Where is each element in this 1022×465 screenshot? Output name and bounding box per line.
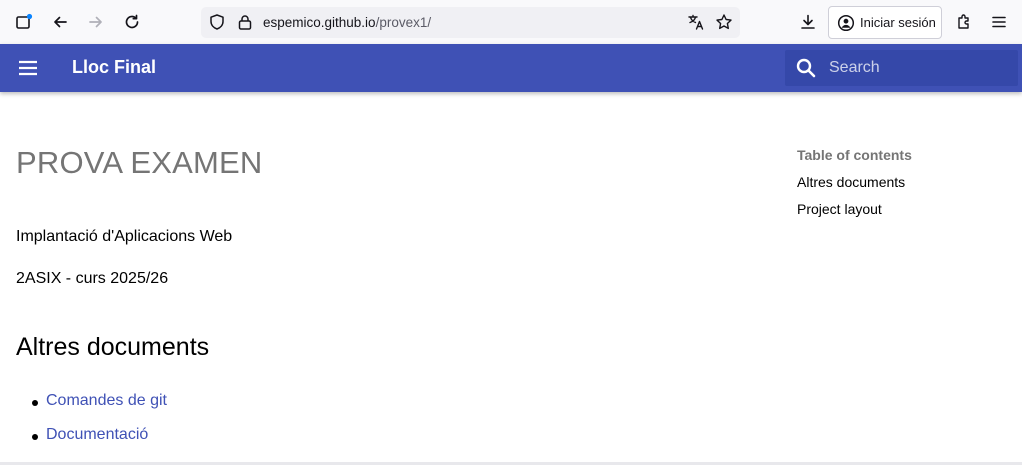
signin-label: Iniciar sesión (860, 15, 936, 30)
translate-icon[interactable] (687, 13, 705, 31)
subtitle-paragraph: Implantació d'Aplicacions Web (16, 228, 233, 245)
tab-view-icon[interactable] (11, 9, 37, 35)
section-heading: Altres documents (16, 333, 210, 361)
page-title: PROVA EXAMEN (16, 145, 263, 180)
list-item: Documentació (30, 426, 167, 460)
url-domain: espemico.github.io (263, 15, 376, 30)
extensions-icon[interactable] (951, 9, 977, 35)
address-bar[interactable]: espemico.github.io/provex1/ (201, 7, 740, 38)
table-of-contents: Table of contents Altres documents Proje… (797, 147, 1007, 228)
lock-icon[interactable] (236, 13, 254, 31)
site-header: Lloc Final (0, 44, 1022, 92)
menu-icon[interactable] (986, 9, 1012, 35)
back-icon[interactable] (47, 9, 73, 35)
forward-icon[interactable] (83, 9, 109, 35)
documentation-link[interactable]: Documentació (46, 426, 148, 443)
bookmark-star-icon[interactable] (715, 13, 733, 31)
toc-item-altres-documents[interactable]: Altres documents (797, 174, 1007, 201)
list-item: Comandes de git (30, 392, 167, 426)
toc-title: Table of contents (797, 147, 912, 163)
shield-icon[interactable] (208, 13, 226, 31)
git-commands-link[interactable]: Comandes de git (46, 392, 167, 409)
bullet-icon (32, 434, 38, 440)
site-title[interactable]: Lloc Final (72, 57, 156, 78)
search-box[interactable] (785, 50, 1018, 86)
course-paragraph: 2ASIX - curs 2025/26 (16, 270, 169, 287)
url-text[interactable]: espemico.github.io/provex1/ (263, 15, 431, 30)
download-icon[interactable] (795, 9, 821, 35)
reload-icon[interactable] (119, 9, 145, 35)
account-icon (837, 14, 855, 32)
signin-button[interactable]: Iniciar sesión (828, 6, 942, 39)
document-links-list: Comandes de git Documentació (30, 392, 167, 460)
search-input[interactable] (829, 50, 1009, 86)
search-icon (795, 57, 817, 79)
hamburger-menu-icon[interactable] (17, 57, 39, 79)
browser-toolbar: espemico.github.io/provex1/ Iniciar sesi… (0, 0, 1022, 44)
toc-item-project-layout[interactable]: Project layout (797, 201, 1007, 228)
bullet-icon (32, 400, 38, 406)
url-path: /provex1/ (375, 15, 432, 30)
